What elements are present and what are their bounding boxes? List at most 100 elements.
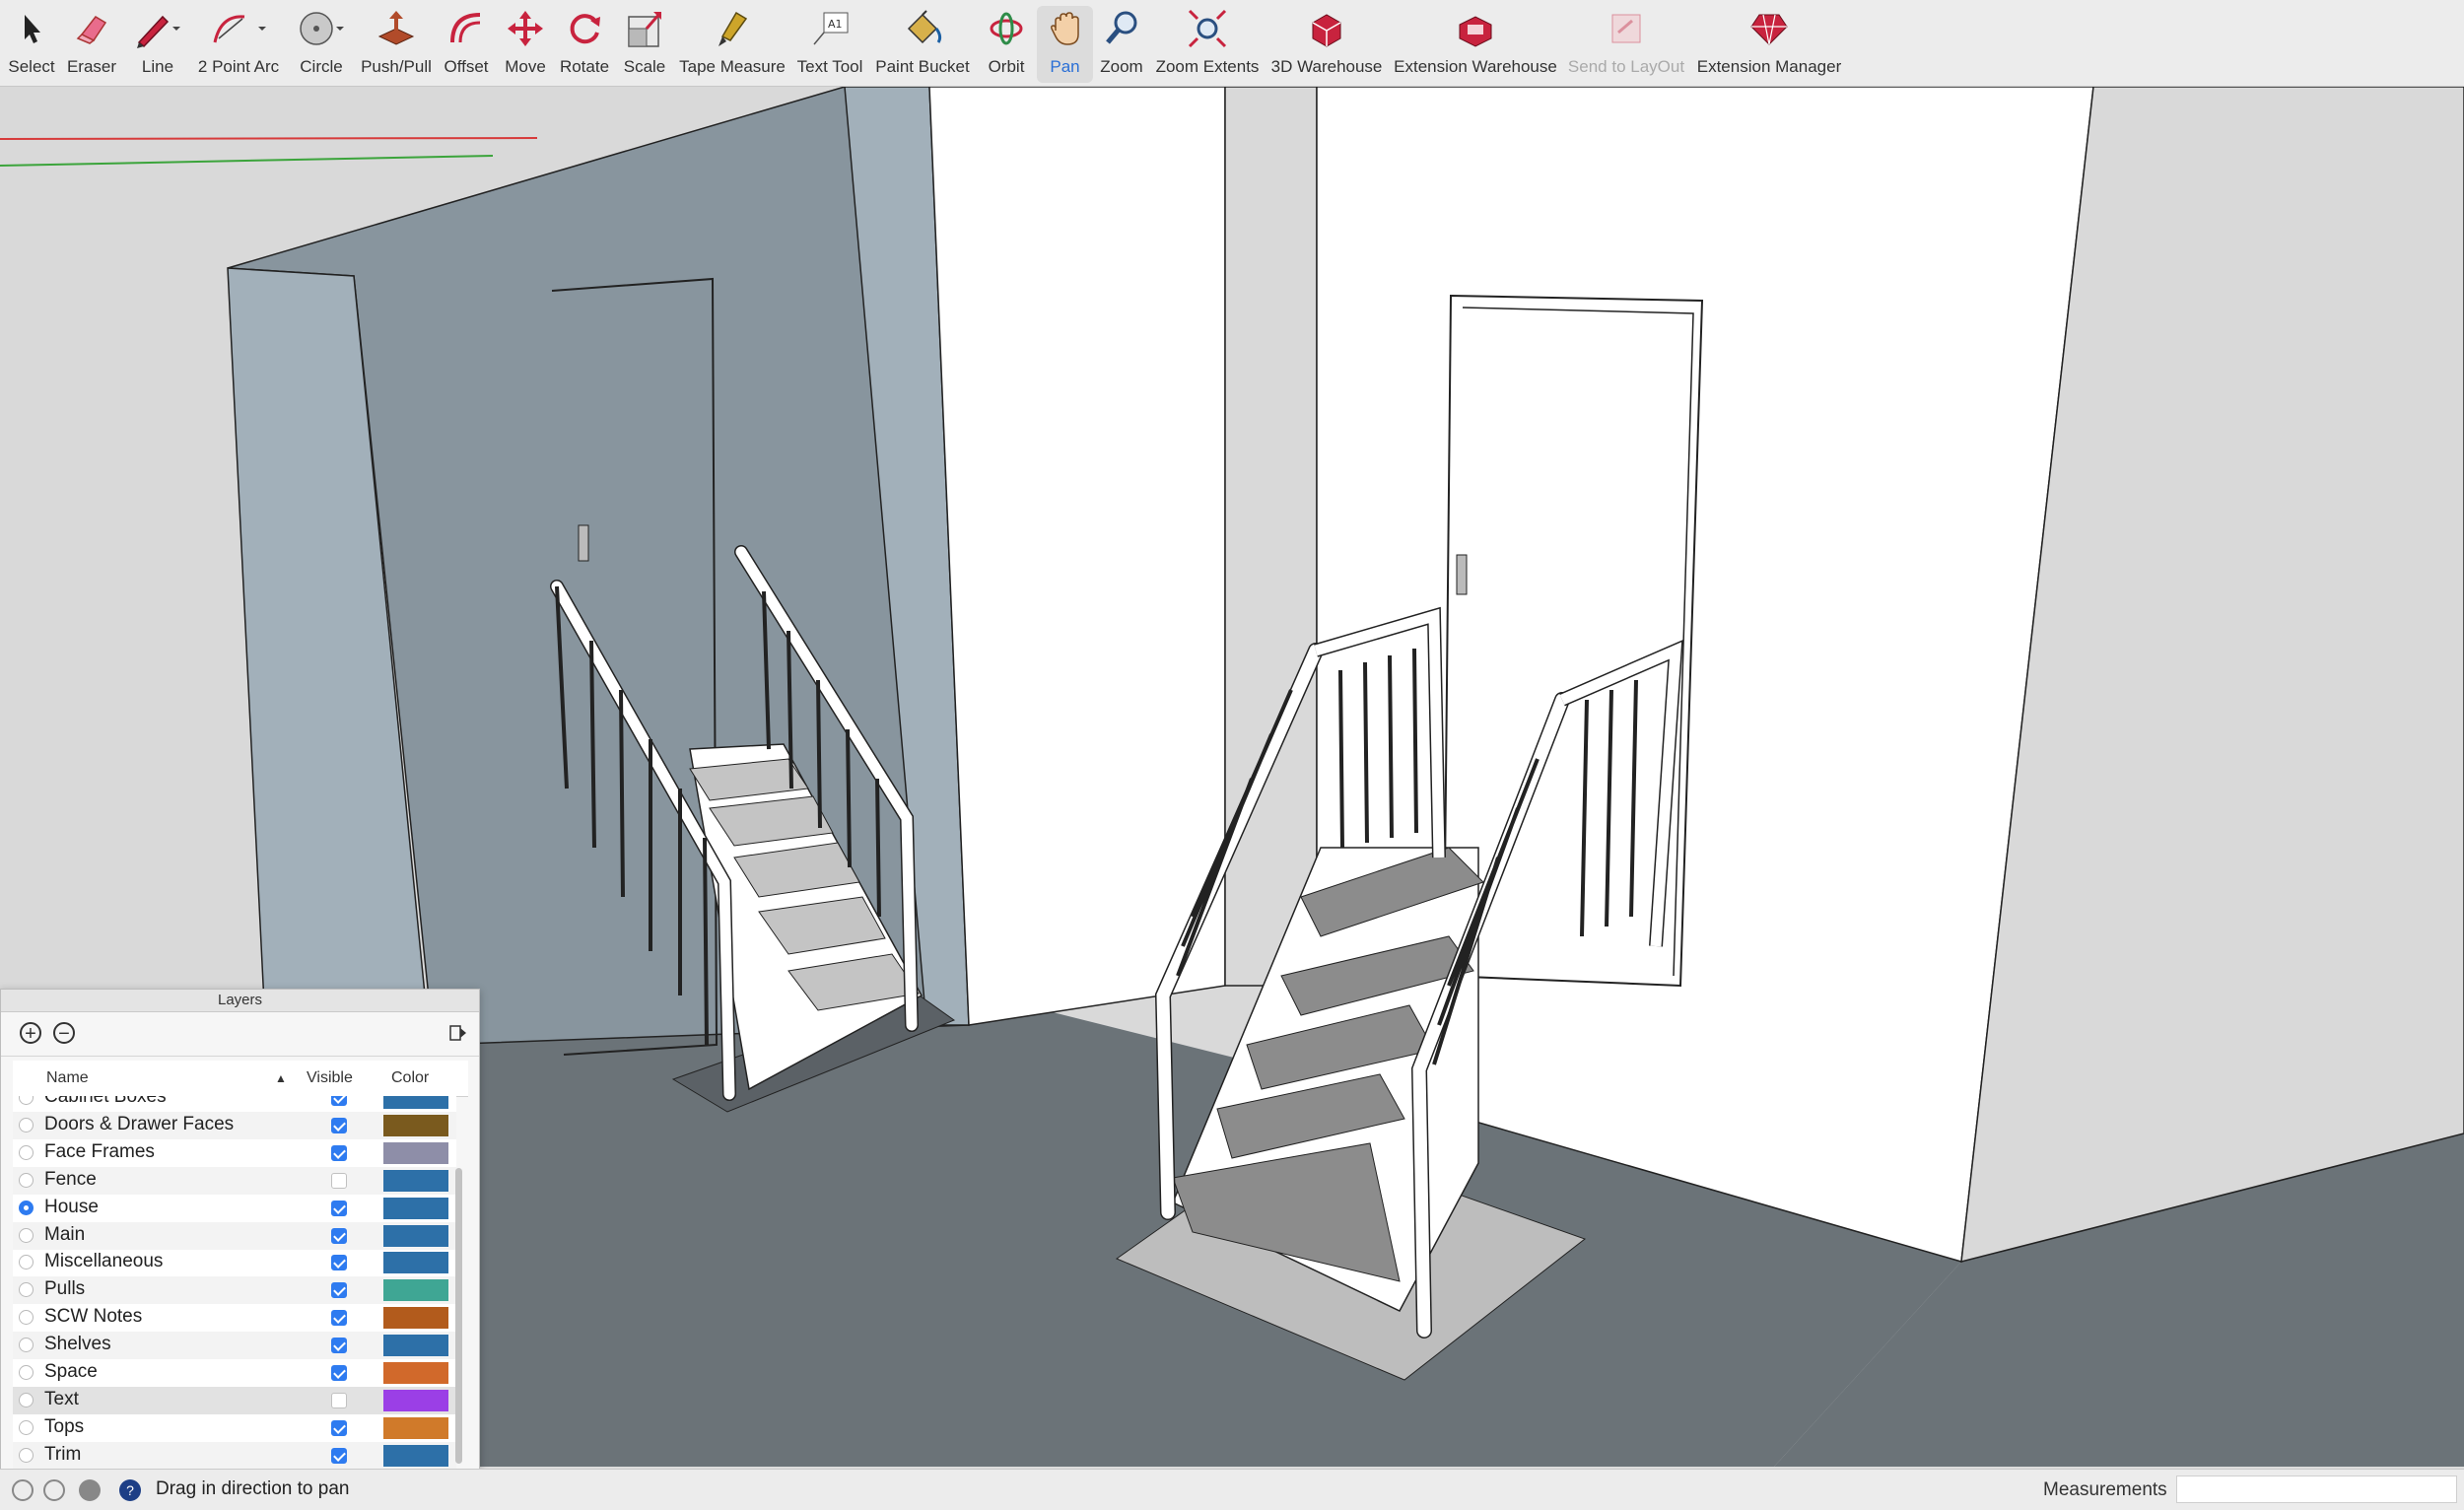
layer-row[interactable]: Cabinet Boxes [13, 1096, 456, 1112]
layer-row[interactable]: Tops [13, 1414, 456, 1442]
layer-name[interactable]: SCW Notes [44, 1306, 142, 1328]
active-layer-radio[interactable] [19, 1419, 34, 1435]
layer-name[interactable]: Text [44, 1389, 79, 1410]
layer-color-swatch[interactable] [383, 1141, 448, 1164]
layer-visible-checkbox[interactable] [331, 1365, 347, 1381]
layer-visible-checkbox[interactable] [331, 1310, 347, 1327]
layer-color-swatch[interactable] [383, 1224, 448, 1247]
layer-row[interactable]: Shelves [13, 1332, 456, 1360]
tape-measure-tool-button[interactable]: Tape Measure [678, 6, 787, 83]
layer-color-swatch[interactable] [383, 1114, 448, 1136]
layer-color-swatch[interactable] [383, 1096, 448, 1109]
active-layer-radio[interactable] [19, 1310, 34, 1326]
layer-visible-checkbox[interactable] [331, 1117, 347, 1133]
layer-name[interactable]: House [44, 1197, 99, 1218]
layer-visible-checkbox[interactable] [331, 1447, 347, 1464]
layer-row[interactable]: SCW Notes [13, 1304, 456, 1332]
layer-color-swatch[interactable] [383, 1362, 448, 1384]
layer-color-swatch[interactable] [383, 1444, 448, 1467]
circle-tool-button[interactable]: Circle [292, 6, 351, 83]
layer-name[interactable]: Doors & Drawer Faces [44, 1114, 234, 1135]
layer-visible-checkbox[interactable] [331, 1096, 347, 1106]
active-layer-radio[interactable] [19, 1282, 34, 1298]
layer-color-swatch[interactable] [383, 1335, 448, 1357]
layer-color-swatch[interactable] [383, 1389, 448, 1411]
column-name-header[interactable]: Name [46, 1069, 89, 1087]
pan-tool-button[interactable]: Pan [1037, 6, 1093, 83]
layer-row[interactable]: Miscellaneous [13, 1249, 456, 1276]
layer-name[interactable]: Trim [44, 1444, 81, 1466]
layer-visible-checkbox[interactable] [331, 1338, 347, 1354]
column-color-header[interactable]: Color [391, 1069, 429, 1087]
layer-name[interactable]: Main [44, 1224, 85, 1246]
layer-visible-checkbox[interactable] [331, 1392, 347, 1408]
layer-color-swatch[interactable] [383, 1197, 448, 1219]
select-tool-button[interactable]: Select [2, 6, 61, 83]
measurements-input[interactable] [2176, 1476, 2457, 1503]
active-layer-radio[interactable] [19, 1227, 34, 1243]
layer-visible-checkbox[interactable] [331, 1172, 347, 1189]
text-tool-button[interactable]: A1 Text Tool [792, 6, 867, 83]
layer-visible-checkbox[interactable] [331, 1255, 347, 1271]
layer-visible-checkbox[interactable] [331, 1144, 347, 1161]
layers-scrollbar[interactable] [455, 1168, 462, 1464]
layer-name[interactable]: Pulls [44, 1278, 85, 1300]
column-visible-header[interactable]: Visible [307, 1069, 353, 1087]
layer-row[interactable]: Trim [13, 1441, 456, 1470]
move-tool-button[interactable]: Move [496, 6, 555, 83]
active-layer-radio[interactable] [19, 1117, 34, 1132]
layer-row[interactable]: Doors & Drawer Faces [13, 1111, 456, 1139]
active-layer-radio[interactable] [19, 1200, 34, 1215]
active-layer-radio[interactable] [19, 1338, 34, 1353]
zoom-tool-button[interactable]: Zoom [1094, 6, 1149, 83]
layer-color-swatch[interactable] [383, 1279, 448, 1302]
layer-row[interactable]: Main [13, 1221, 456, 1250]
layer-row[interactable]: Pulls [13, 1276, 456, 1305]
scale-tool-button[interactable]: Scale [615, 6, 674, 83]
user-account-icon[interactable] [79, 1479, 101, 1501]
push-pull-tool-button[interactable]: Push/Pull [357, 6, 436, 83]
layer-name[interactable]: Tops [44, 1416, 84, 1438]
layer-visible-checkbox[interactable] [331, 1200, 347, 1216]
layer-name[interactable]: Space [44, 1361, 98, 1383]
delete-layer-button[interactable]: − [53, 1022, 75, 1044]
add-layer-button[interactable]: + [20, 1022, 41, 1044]
layer-name[interactable]: Cabinet Boxes [44, 1096, 167, 1108]
offset-tool-button[interactable]: Offset [437, 6, 496, 83]
active-layer-radio[interactable] [19, 1392, 34, 1407]
eraser-tool-button[interactable]: Eraser [62, 6, 121, 83]
layer-row[interactable]: Text [13, 1386, 456, 1414]
zoom-extents-tool-button[interactable]: Zoom Extents [1153, 6, 1262, 83]
send-to-layout-button[interactable]: Send to LayOut [1567, 6, 1685, 83]
sort-ascending-icon[interactable]: ▲ [275, 1071, 287, 1085]
credits-icon[interactable] [43, 1479, 65, 1501]
two-point-arc-tool-button[interactable]: 2 Point Arc [193, 6, 284, 83]
layer-color-swatch[interactable] [383, 1252, 448, 1274]
active-layer-radio[interactable] [19, 1096, 34, 1105]
layer-visible-checkbox[interactable] [331, 1227, 347, 1244]
layer-row[interactable]: Fence [13, 1166, 456, 1195]
active-layer-radio[interactable] [19, 1447, 34, 1463]
3d-warehouse-button[interactable]: 3D Warehouse [1271, 6, 1382, 83]
layer-visible-checkbox[interactable] [331, 1282, 347, 1299]
layer-row[interactable]: House [13, 1195, 456, 1222]
line-tool-button[interactable]: Line [128, 6, 187, 83]
layer-row[interactable]: Face Frames [13, 1139, 456, 1167]
instructor-help-icon[interactable]: ? [119, 1479, 141, 1501]
layer-name[interactable]: Miscellaneous [44, 1251, 163, 1272]
layer-color-swatch[interactable] [383, 1169, 448, 1192]
layer-visible-checkbox[interactable] [331, 1419, 347, 1436]
active-layer-radio[interactable] [19, 1172, 34, 1188]
paint-bucket-tool-button[interactable]: Paint Bucket [873, 6, 972, 83]
layer-color-swatch[interactable] [383, 1416, 448, 1439]
extension-manager-button[interactable]: Extension Manager [1695, 6, 1843, 83]
layer-details-icon[interactable] [449, 1024, 467, 1042]
geo-location-icon[interactable] [12, 1479, 34, 1501]
layer-color-swatch[interactable] [383, 1307, 448, 1330]
layer-name[interactable]: Face Frames [44, 1141, 155, 1163]
layer-row[interactable]: Space [13, 1359, 456, 1387]
rotate-tool-button[interactable]: Rotate [555, 6, 614, 83]
orbit-tool-button[interactable]: Orbit [977, 6, 1036, 83]
active-layer-radio[interactable] [19, 1365, 34, 1380]
extension-warehouse-button[interactable]: Extension Warehouse [1392, 6, 1559, 83]
